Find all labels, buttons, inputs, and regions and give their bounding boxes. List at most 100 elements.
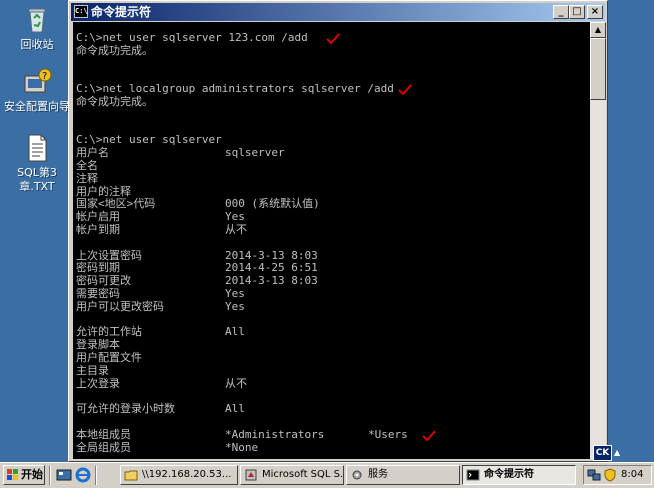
start-button[interactable]: 开始 — [3, 465, 45, 485]
desktop-icon-text-file[interactable]: SQL第3章.TXT — [0, 132, 74, 194]
console-line: C:\>net user sqlserver — [76, 133, 590, 147]
console-line-value: 从不 — [225, 376, 247, 390]
console-lines: C:\>net user sqlserver 123.com /add 命令成功完… — [76, 31, 590, 455]
sql-server-icon — [245, 469, 257, 481]
console-line-text: 命令成功完成。 — [76, 43, 153, 57]
console-line-text: 注释 — [76, 171, 98, 185]
clock[interactable]: 8:04 — [621, 466, 643, 484]
system-tray: 8:04 — [583, 465, 652, 485]
red-check-mark-icon — [422, 430, 436, 441]
console-line-text: C:\>net user sqlserver — [76, 133, 222, 147]
taskbar: 开始 \\192.168.20.53... Microsoft SQL S... — [0, 462, 654, 488]
task-button-label: Microsoft SQL S... — [262, 469, 344, 480]
taskbar-separator — [49, 466, 51, 485]
task-button-network-folder[interactable]: \\192.168.20.53... — [120, 465, 238, 485]
console-line-text: 可允许的登录小时数 — [76, 402, 175, 416]
console-line-text: 命令成功完成。 — [76, 94, 153, 108]
console-line: 帐户到期 从不 — [76, 223, 590, 237]
task-button-label: 命令提示符 — [484, 469, 534, 480]
console-line-text: 全局组成员 — [76, 440, 131, 454]
console-line: 国家<地区>代码 000 (系统默认值) — [76, 197, 590, 211]
console-line-text: 用户配置文件 — [76, 350, 142, 364]
console-line-text: 允许的工作站 — [76, 325, 142, 339]
security-wizard-icon: ? — [24, 68, 52, 93]
internet-explorer-icon[interactable] — [75, 467, 91, 483]
console-line-value-secondary: *Users — [368, 427, 408, 441]
console-line-value: Yes — [225, 286, 245, 300]
red-check-mark-icon — [398, 84, 412, 96]
console-line-text: 本地组成员 — [76, 427, 131, 441]
console-line: 全名 — [76, 158, 590, 173]
console-line: 主目录 — [76, 363, 590, 378]
security-shield-icon[interactable] — [603, 468, 617, 482]
svg-text:?: ? — [42, 71, 47, 82]
maximize-button[interactable]: □ — [569, 5, 585, 19]
desktop-icon-recycle-bin[interactable]: 回收站 — [0, 4, 74, 52]
console-line-text: 用户名 — [76, 146, 109, 160]
start-label: 开始 — [21, 468, 43, 481]
scroll-thumb[interactable] — [590, 38, 606, 100]
console-line-text: 密码可更改 — [76, 274, 131, 288]
console-line: 登录脚本 — [76, 338, 590, 352]
vertical-scrollbar[interactable]: ▲ — [590, 22, 606, 459]
console-line: 允许的工作站 All — [76, 325, 590, 339]
desktop-icon-security-wizard[interactable]: ? 安全配置向导 — [0, 66, 74, 114]
console-line-value: *None — [225, 440, 259, 454]
task-button-command-prompt[interactable]: 命令提示符 — [462, 465, 576, 485]
console-line: 可允许的登录小时数 All — [76, 402, 590, 416]
red-check-mark-icon — [326, 33, 340, 44]
task-button-sql-server[interactable]: Microsoft SQL S... — [240, 465, 344, 485]
task-button-services[interactable]: 服务 — [346, 465, 460, 485]
taskbar-separator — [95, 466, 97, 485]
cmd-icon[interactable]: C:\ — [74, 5, 88, 18]
close-button[interactable]: × — [587, 5, 603, 19]
console-line: 上次登录 从不 — [76, 376, 590, 391]
console-line: 用户配置文件 — [76, 350, 590, 365]
console-line-text: 用户可以更改密码 — [76, 299, 164, 313]
services-icon — [352, 470, 362, 480]
network-icon[interactable] — [587, 468, 601, 482]
show-desktop-icon[interactable] — [56, 467, 72, 483]
console-line: 用户可以更改密码 Yes — [76, 299, 590, 314]
console-line-text: 需要密码 — [76, 286, 120, 300]
window-title-bar[interactable]: C:\ 命令提示符 _ □ × — [71, 3, 605, 21]
console-line-value: *Administrators — [225, 427, 325, 441]
console-line: 本地组成员 *Administrators *Users — [76, 427, 590, 442]
console-line-value: All — [225, 325, 245, 339]
task-button-label: 服务 — [368, 469, 388, 480]
console-line-value: sqlserver — [225, 146, 285, 160]
console-line-text: C:\>net localgroup administrators sqlser… — [76, 82, 394, 96]
console-line-value: Yes — [225, 299, 245, 313]
desktop-icon-label: SQL第3章.TXT — [17, 166, 57, 193]
minimize-button[interactable]: _ — [553, 5, 569, 19]
ime-options-arrow-icon[interactable]: ▲ — [614, 447, 622, 458]
console-line-text: 主目录 — [76, 363, 109, 377]
console-line: 命令成功完成。 — [76, 43, 590, 58]
folder-icon — [124, 470, 138, 481]
console-line: 全局组成员 *None — [76, 440, 590, 455]
console-line: C:\>net user sqlserver 123.com /add — [76, 31, 590, 45]
window-title: 命令提示符 — [91, 5, 152, 19]
console-line-text: 国家<地区>代码 — [76, 197, 156, 211]
console-line: C:\>net localgroup administrators sqlser… — [76, 82, 590, 96]
cmd-icon — [466, 469, 480, 481]
ime-indicator[interactable]: CK — [593, 445, 612, 461]
console-line-text: 用户的注释 — [76, 184, 131, 198]
console-line-text: C:\>net user sqlserver 123.com /add — [76, 31, 308, 44]
console-line-value: All — [225, 402, 245, 416]
task-button-label: \\192.168.20.53... — [142, 469, 232, 480]
console-output[interactable]: C:\>net user sqlserver 123.com /add 命令成功完… — [73, 22, 590, 459]
console-line-text: 登录脚本 — [76, 338, 120, 352]
command-prompt-window[interactable]: C:\ 命令提示符 _ □ × C:\>net user sqlserver 1… — [68, 0, 608, 462]
desktop-icon-label: 安全配置向导 — [4, 100, 70, 113]
console-line-text: 全名 — [76, 158, 98, 172]
console-line: 用户名 sqlserver — [76, 146, 590, 160]
console-line-text: 上次设置密码 — [76, 248, 142, 262]
scroll-up-button[interactable]: ▲ — [590, 22, 606, 38]
console-line-text: 帐户启用 — [76, 210, 120, 224]
